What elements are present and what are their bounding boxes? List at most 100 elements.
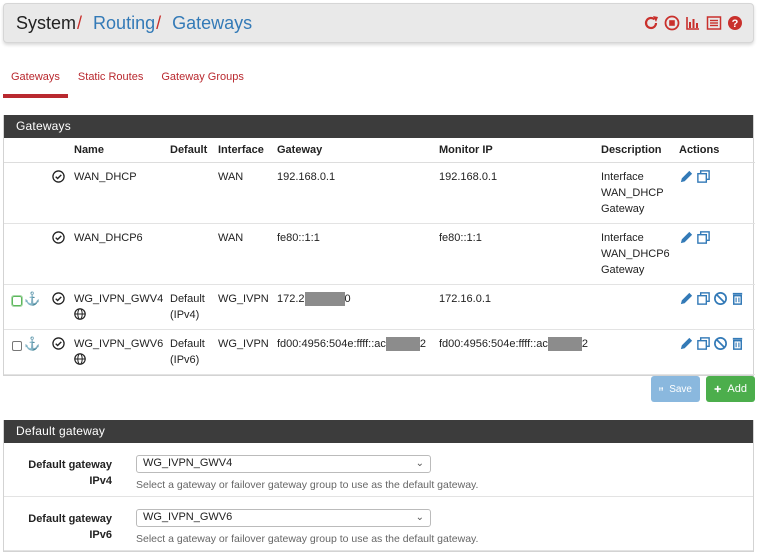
tab-bar: Gateways Static Routes Gateway Groups	[3, 62, 254, 98]
breadcrumb: System/ Routing/ Gateways	[16, 13, 252, 34]
default-family: (IPv6)	[170, 353, 200, 366]
default-gateway-ipv6-row: Default gateway IPv6 WG_IVPN_GWV6 ⌄ Sele…	[4, 497, 753, 551]
row-actions	[679, 230, 751, 245]
redacted-block	[547, 336, 582, 351]
gateway-interface: WAN	[214, 162, 273, 224]
stop-icon[interactable]	[664, 15, 680, 31]
table-row: WAN_DHCP WAN 192.168.0.1 192.168.0.1 Int…	[4, 162, 755, 224]
anchor-icon[interactable]: ⚓	[24, 291, 40, 306]
chart-icon[interactable]	[685, 15, 701, 31]
save-button[interactable]: Save	[651, 376, 700, 402]
gateway-name: WAN_DHCP6	[70, 223, 166, 285]
monitor-ip-tail: 2	[581, 337, 589, 350]
default-gateway-panel: Default gateway Default gateway IPv4 WG_…	[3, 420, 754, 552]
save-button-label: Save	[669, 383, 692, 395]
edit-pencil-icon[interactable]	[679, 230, 694, 245]
row-actions	[679, 169, 751, 184]
tab-gateway-groups[interactable]: Gateway Groups	[153, 62, 252, 98]
copy-icon[interactable]	[696, 169, 711, 184]
default-gateway-ipv4-label: Default gateway IPv4	[28, 457, 112, 489]
monitor-ip: 172.16.0.1	[435, 284, 597, 330]
monitor-ip: fd00:4956:504e:ffff::ac	[439, 337, 548, 350]
col-description: Description	[597, 138, 675, 163]
tab-gateways[interactable]: Gateways	[3, 62, 68, 98]
redacted-block	[385, 336, 420, 351]
breadcrumb-system: System	[16, 13, 77, 33]
select-value: WG_IVPN_GWV4	[143, 457, 233, 469]
default-flag: Default	[170, 337, 205, 350]
desc-line: WAN_DHCP	[601, 186, 664, 199]
plus-icon	[714, 385, 721, 393]
monitor-ip: fe80::1:1	[435, 223, 597, 285]
row-select-checkbox[interactable]	[12, 340, 22, 351]
check-circle-icon	[52, 169, 65, 183]
gateways-panel-title: Gateways	[4, 115, 753, 138]
label-line: IPv6	[89, 529, 112, 541]
gateway-name: WG_IVPN_GWV6	[74, 337, 164, 350]
breadcrumb-routing[interactable]: Routing	[93, 13, 155, 33]
default-family: (IPv4)	[170, 308, 200, 321]
help-icon[interactable]: ?	[727, 15, 743, 31]
table-row: WAN_DHCP6 WAN fe80::1:1 fe80::1:1 Interf…	[4, 223, 755, 285]
chevron-down-icon: ⌄	[415, 458, 424, 469]
gateway-address: fe80::1:1	[273, 223, 435, 285]
table-header-row: Name Default Interface Gateway Monitor I…	[4, 138, 755, 163]
reload-icon[interactable]	[643, 15, 659, 31]
desc-line: WAN_DHCP6	[601, 247, 670, 260]
desc-line: Gateway	[601, 263, 645, 276]
select-value: WG_IVPN_GWV6	[143, 511, 233, 523]
default-gateway-ipv4-help: Select a gateway or failover gateway gro…	[136, 479, 479, 491]
trash-icon[interactable]	[730, 291, 745, 306]
globe-icon	[74, 352, 86, 365]
check-circle-icon	[52, 336, 65, 350]
copy-icon[interactable]	[696, 336, 711, 351]
check-circle-icon	[52, 230, 65, 244]
gateway-description: Interface WAN_DHCP Gateway	[597, 162, 675, 224]
edit-pencil-icon[interactable]	[679, 169, 694, 184]
gateway-description: Interface WAN_DHCP6 Gateway	[597, 223, 675, 285]
svg-text:?: ?	[732, 18, 739, 30]
row-actions	[679, 291, 751, 306]
add-button[interactable]: Add	[706, 376, 755, 402]
gateway-interface: WG_IVPN	[214, 284, 273, 330]
col-gateway: Gateway	[273, 138, 435, 163]
disable-icon[interactable]	[713, 291, 728, 306]
save-disk-icon	[659, 387, 663, 391]
monitor-ip: 192.168.0.1	[435, 162, 597, 224]
edit-pencil-icon[interactable]	[679, 291, 694, 306]
default-gateway-ipv4-select[interactable]: WG_IVPN_GWV4 ⌄	[136, 455, 431, 473]
desc-line: Interface	[601, 170, 644, 183]
default-gateway-ipv6-label: Default gateway IPv6	[28, 511, 112, 543]
table-row: ⚓ WG_IVPN_GWV4 Default (IPv4) WG_IVPN 172…	[4, 284, 755, 330]
list-icon[interactable]	[706, 15, 722, 31]
gateways-table: Name Default Interface Gateway Monitor I…	[4, 138, 755, 375]
gateway-interface: WAN	[214, 223, 273, 285]
trash-icon[interactable]	[730, 336, 745, 351]
check-circle-icon	[52, 291, 65, 305]
col-select	[4, 138, 48, 163]
label-line: Default gateway	[28, 459, 112, 471]
tab-static-routes[interactable]: Static Routes	[70, 62, 151, 98]
disable-icon[interactable]	[713, 336, 728, 351]
gateways-panel: Gateways Name Default Interface Gateway …	[3, 115, 755, 376]
edit-pencil-icon[interactable]	[679, 336, 694, 351]
gateway-name: WG_IVPN_GWV4	[74, 292, 164, 305]
default-gateway-ipv6-help: Select a gateway or failover gateway gro…	[136, 533, 479, 545]
col-monitor-ip: Monitor IP	[435, 138, 597, 163]
gateway-name: WAN_DHCP	[70, 162, 166, 224]
row-select-checkbox[interactable]	[11, 294, 23, 307]
default-flag: Default	[170, 292, 205, 305]
page-header: System/ Routing/ Gateways ?	[3, 3, 754, 43]
default-gateway-ipv6-select[interactable]: WG_IVPN_GWV6 ⌄	[136, 509, 431, 527]
copy-icon[interactable]	[696, 230, 711, 245]
add-button-label: Add	[727, 383, 747, 395]
breadcrumb-separator: /	[77, 13, 83, 33]
breadcrumb-gateways[interactable]: Gateways	[172, 13, 252, 33]
gateway-address-tail: 0	[344, 292, 351, 305]
copy-icon[interactable]	[696, 291, 711, 306]
desc-line: Interface	[601, 231, 644, 244]
col-status	[48, 138, 70, 163]
gateway-address-tail: 2	[419, 337, 427, 350]
redacted-block	[304, 291, 345, 306]
anchor-icon[interactable]: ⚓	[24, 336, 40, 351]
